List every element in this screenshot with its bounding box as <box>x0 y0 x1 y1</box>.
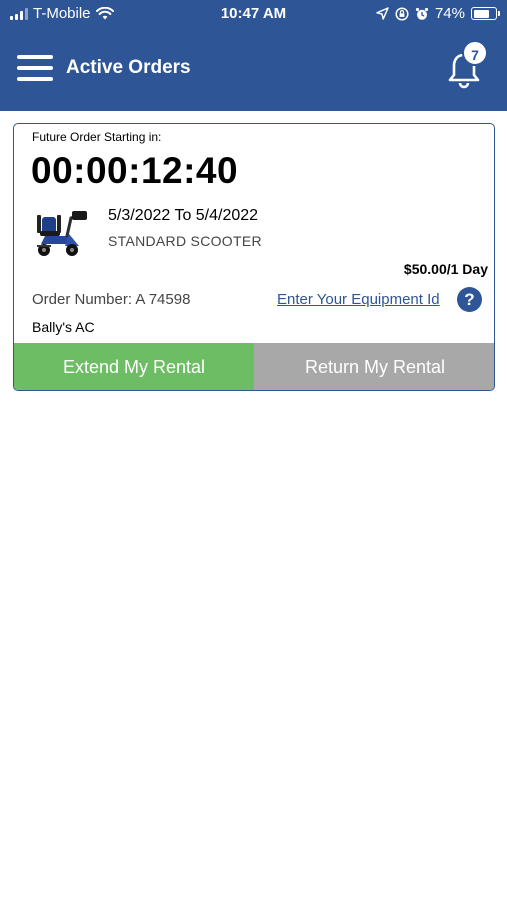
rental-location: Bally's AC <box>32 319 95 335</box>
alarm-icon <box>415 7 429 20</box>
page-title: Active Orders <box>66 57 191 78</box>
help-icon[interactable]: ? <box>457 287 482 312</box>
return-rental-button[interactable]: Return My Rental <box>254 343 494 390</box>
app-header: T-Mobile 10:47 AM 74% Active Orders 7 <box>0 0 507 111</box>
future-order-label: Future Order Starting in: <box>32 130 162 144</box>
rental-price: $50.00/1 Day <box>403 261 488 277</box>
order-card: Future Order Starting in: 00:00:12:40 5/… <box>13 123 495 391</box>
hamburger-menu-icon[interactable] <box>17 55 53 81</box>
scooter-image <box>37 211 87 256</box>
location-arrow-icon <box>376 7 389 20</box>
status-bar: T-Mobile 10:47 AM 74% <box>0 0 507 28</box>
product-name: STANDARD SCOOTER <box>108 233 262 249</box>
screen-lock-icon <box>395 6 409 21</box>
battery-percent: 74% <box>434 5 465 22</box>
countdown-timer: 00:00:12:40 <box>31 150 239 191</box>
status-right: 74% <box>376 5 500 22</box>
notification-badge: 7 <box>462 40 488 66</box>
enter-equipment-id-link[interactable]: Enter Your Equipment Id <box>277 291 440 308</box>
rental-dates: 5/3/2022 To 5/4/2022 <box>108 207 259 224</box>
extend-rental-button[interactable]: Extend My Rental <box>14 343 254 390</box>
order-number: Order Number: A 74598 <box>32 291 191 308</box>
battery-icon <box>471 7 500 20</box>
